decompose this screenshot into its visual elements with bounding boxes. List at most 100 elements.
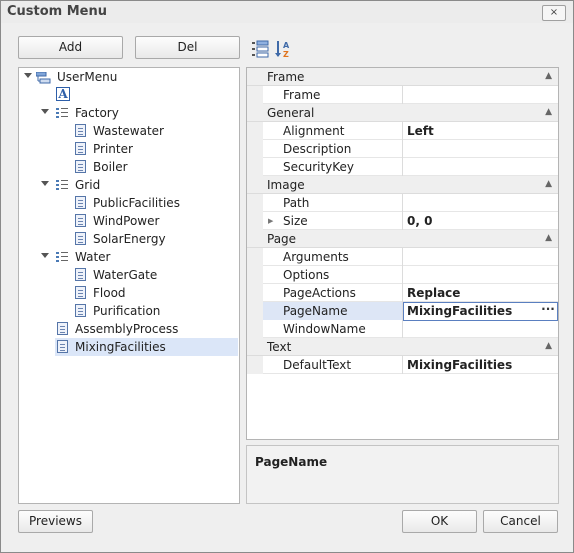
property-value[interactable]: 0, 0 <box>407 214 432 228</box>
category-text[interactable]: Text ▲ <box>247 338 558 356</box>
category-page[interactable]: Page ▲ <box>247 230 558 248</box>
category-general[interactable]: General ▲ <box>247 104 558 122</box>
chevron-up-icon[interactable]: ▲ <box>545 233 552 243</box>
tree-node-label: SolarEnergy <box>93 232 166 246</box>
splitter-grip[interactable] <box>394 440 408 450</box>
property-name: DefaultText <box>283 358 352 372</box>
property-value[interactable]: Left <box>407 124 434 138</box>
property-row-pageactions[interactable]: PageActions Replace <box>247 284 558 302</box>
tree-node-watergate[interactable]: WaterGate <box>19 266 237 284</box>
close-icon: × <box>549 7 559 18</box>
property-name: Alignment <box>283 124 345 138</box>
tree-node-label: MixingFacilities <box>75 340 166 354</box>
tree-node-grid[interactable]: Grid <box>19 176 237 194</box>
tree-node-label: Purification <box>93 304 161 318</box>
tree-node-text-item[interactable]: A <box>19 86 237 104</box>
del-button[interactable]: Del <box>135 36 240 59</box>
tree-node-label: WaterGate <box>93 268 158 282</box>
category-label: Frame <box>267 70 305 84</box>
tree-node-mixingfacilities[interactable]: MixingFacilities <box>55 338 238 356</box>
property-row-description[interactable]: Description <box>247 140 558 158</box>
title-bar: Custom Menu × <box>1 1 573 23</box>
property-row-securitykey[interactable]: SecurityKey <box>247 158 558 176</box>
property-row-options[interactable]: Options <box>247 266 558 284</box>
page-icon <box>75 142 86 155</box>
tree-node-flood[interactable]: Flood <box>19 284 237 302</box>
property-name: Options <box>283 268 330 282</box>
tree-node-purification[interactable]: Purification <box>19 302 237 320</box>
property-name: PageName <box>283 304 348 318</box>
ellipsis-button[interactable]: ··· <box>540 303 556 317</box>
tree-node-water[interactable]: Water <box>19 248 237 266</box>
custom-menu-dialog: Custom Menu × Add Del UserMenu A Factory… <box>0 0 574 553</box>
chevron-up-icon[interactable]: ▲ <box>545 107 552 117</box>
description-title: PageName <box>255 455 328 469</box>
tree-node-label: Wastewater <box>93 124 164 138</box>
property-name: PageActions <box>283 286 356 300</box>
tree-node-solarenergy[interactable]: SolarEnergy <box>19 230 237 248</box>
tree-node-publicfacilities[interactable]: PublicFacilities <box>19 194 237 212</box>
add-button[interactable]: Add <box>18 36 123 59</box>
pagename-editor[interactable]: MixingFacilities ··· <box>403 302 558 321</box>
page-icon <box>75 196 86 209</box>
tree-node-factory[interactable]: Factory <box>19 104 237 122</box>
collapse-arrow-icon[interactable] <box>41 181 49 186</box>
category-label: Page <box>267 232 297 246</box>
property-name: WindowName <box>283 322 366 336</box>
tree-node-windpower[interactable]: WindPower <box>19 212 237 230</box>
tree-node-boiler[interactable]: Boiler <box>19 158 237 176</box>
previews-button[interactable]: Previews <box>18 510 93 533</box>
tree-node-label: UserMenu <box>57 70 118 84</box>
group-list-icon <box>56 179 68 191</box>
tree-node-wastewater[interactable]: Wastewater <box>19 122 237 140</box>
property-name: Arguments <box>283 250 349 264</box>
category-label: Image <box>267 178 305 192</box>
property-row-pagename[interactable]: PageName MixingFacilities ··· <box>247 302 558 321</box>
chevron-up-icon[interactable]: ▲ <box>545 341 552 351</box>
categorized-sort-icon[interactable] <box>250 39 270 59</box>
property-row-path[interactable]: Path <box>247 194 558 212</box>
tree-node-label: PublicFacilities <box>93 196 180 210</box>
property-row-defaulttext[interactable]: DefaultText MixingFacilities <box>247 356 558 374</box>
tree-node-label: Boiler <box>93 160 128 174</box>
tree-node-label: Flood <box>93 286 126 300</box>
page-icon <box>75 214 86 227</box>
collapse-arrow-icon[interactable] <box>41 109 49 114</box>
property-row-arguments[interactable]: Arguments <box>247 248 558 266</box>
cancel-button[interactable]: Cancel <box>483 510 558 533</box>
alphabetical-sort-icon[interactable]: AZ <box>274 39 294 59</box>
svg-text:A: A <box>283 41 290 50</box>
page-icon <box>75 304 86 317</box>
category-frame[interactable]: Frame ▲ <box>247 68 558 86</box>
svg-text:Z: Z <box>283 50 289 59</box>
property-row-size[interactable]: ▶ Size 0, 0 <box>247 212 558 230</box>
page-icon <box>57 340 68 353</box>
property-value[interactable]: MixingFacilities <box>407 304 512 318</box>
tree-node-usermenu[interactable]: UserMenu <box>19 68 237 86</box>
tree-node-label: WindPower <box>93 214 160 228</box>
property-name: SecurityKey <box>283 160 355 174</box>
property-name: Frame <box>283 88 321 102</box>
ok-button[interactable]: OK <box>402 510 477 533</box>
page-icon <box>57 322 68 335</box>
property-grid[interactable]: Frame ▲ Frame General ▲ Alignment Left De… <box>246 67 559 440</box>
property-name: Description <box>283 142 352 156</box>
tree-node-assemblyprocess[interactable]: AssemblyProcess <box>19 320 237 338</box>
close-button[interactable]: × <box>542 5 566 21</box>
property-value[interactable]: MixingFacilities <box>407 358 512 372</box>
property-row-windowname[interactable]: WindowName <box>247 320 558 338</box>
chevron-up-icon[interactable]: ▲ <box>545 179 552 189</box>
tree-node-printer[interactable]: Printer <box>19 140 237 158</box>
collapse-arrow-icon[interactable] <box>41 253 49 258</box>
property-value[interactable]: Replace <box>407 286 460 300</box>
expand-arrow-icon[interactable]: ▶ <box>268 217 273 225</box>
menu-tree[interactable]: UserMenu A Factory Wastewater Printer Bo… <box>18 67 240 504</box>
chevron-up-icon[interactable]: ▲ <box>545 71 552 81</box>
category-label: General <box>267 106 315 120</box>
category-image[interactable]: Image ▲ <box>247 176 558 194</box>
property-row-alignment[interactable]: Alignment Left <box>247 122 558 140</box>
tree-node-label: Grid <box>75 178 101 192</box>
page-icon <box>75 124 86 137</box>
property-row-frame[interactable]: Frame <box>247 86 558 104</box>
collapse-arrow-icon[interactable] <box>24 73 32 78</box>
